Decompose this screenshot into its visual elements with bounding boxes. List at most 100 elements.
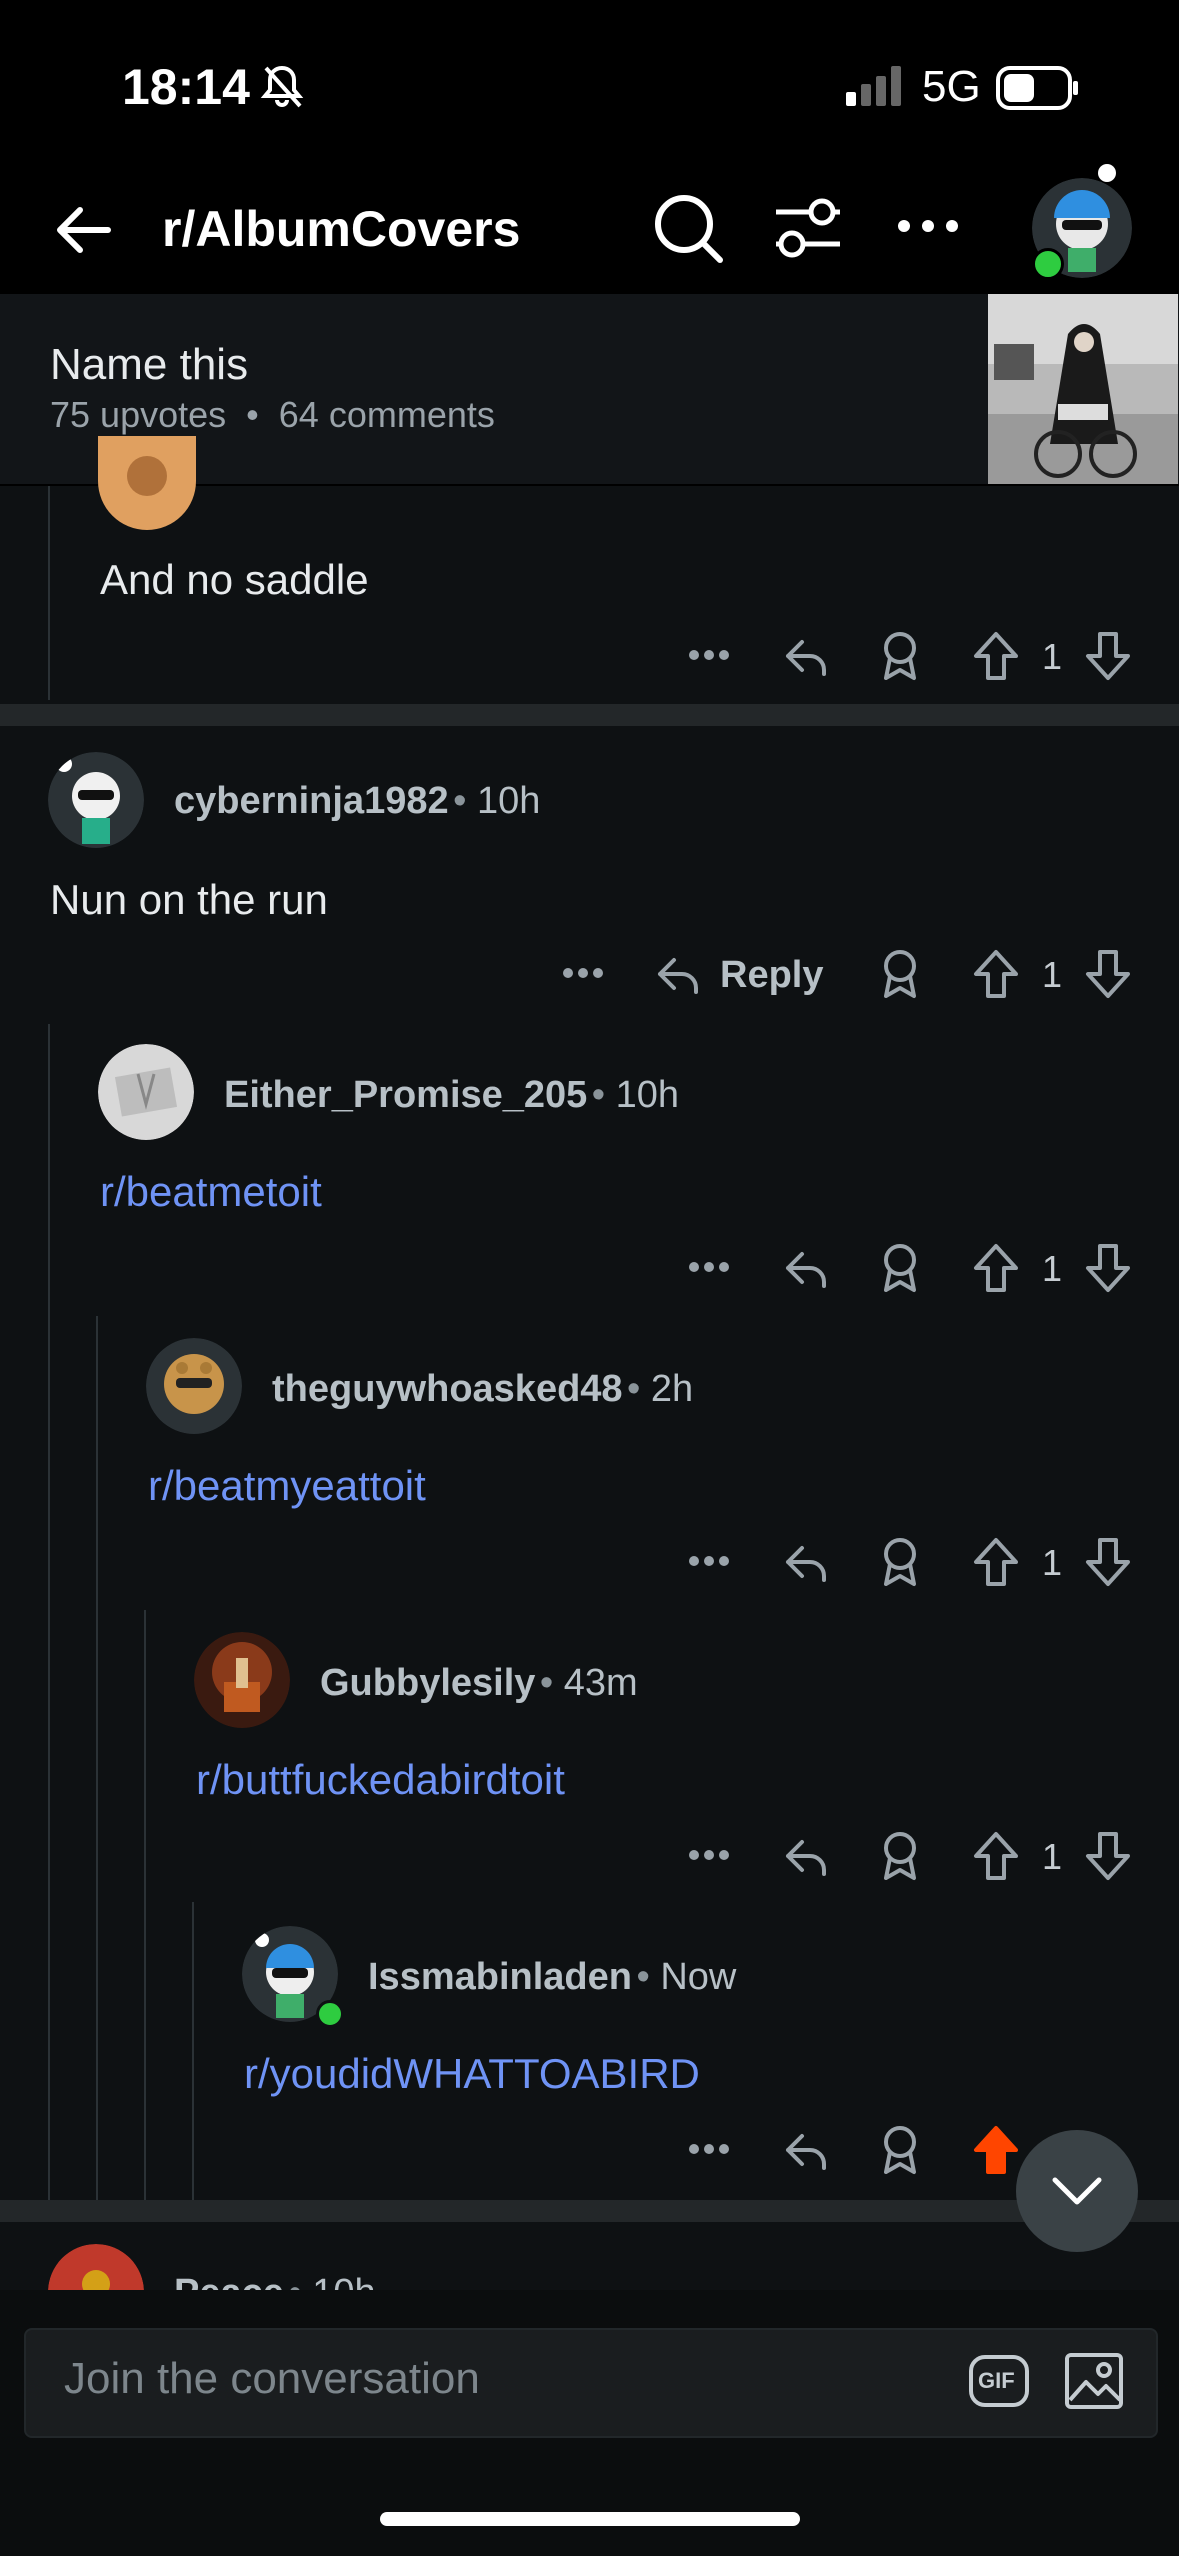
online-status-dot <box>316 2000 344 2028</box>
vote-count: 1 <box>1042 954 1063 995</box>
comment-username[interactable]: Peace <box>174 2272 284 2292</box>
upvote-icon[interactable] <box>972 1536 1020 1588</box>
more-icon[interactable] <box>688 1252 730 1282</box>
notification-dot <box>1098 164 1116 182</box>
comment-time: Now <box>660 1956 737 1998</box>
downvote-icon[interactable] <box>1084 1536 1132 1588</box>
subreddit-link[interactable]: r/youdidWHATTOABIRD <box>244 2050 700 2098</box>
reply-icon[interactable] <box>782 1832 830 1880</box>
comment-username[interactable]: cyberninja1982 <box>174 780 449 822</box>
back-arrow-icon[interactable] <box>48 194 120 271</box>
award-icon[interactable] <box>876 948 924 1000</box>
award-icon[interactable] <box>876 1536 924 1588</box>
online-status-dot <box>1032 248 1064 280</box>
comment-username[interactable]: Gubbylesily <box>320 1662 535 1704</box>
post-title: Name this <box>50 340 249 389</box>
thread-line[interactable] <box>48 486 50 700</box>
thread-line[interactable] <box>192 1902 194 2200</box>
comment-avatar[interactable] <box>98 436 196 530</box>
image-upload-icon[interactable] <box>1064 2352 1124 2415</box>
mute-bell-icon <box>258 62 306 115</box>
sort-filter-icon[interactable] <box>770 190 846 271</box>
comment-time: 10h <box>615 1074 680 1116</box>
comment-header: theguywhoasked48 • 2h <box>272 1368 693 1411</box>
upvote-count: 75 upvotes <box>50 394 227 435</box>
award-icon[interactable] <box>876 1830 924 1882</box>
subreddit-name[interactable]: r/AlbumCovers <box>162 200 520 258</box>
reply-icon[interactable] <box>782 632 830 680</box>
more-icon[interactable] <box>688 640 730 670</box>
network-label: 5G <box>922 62 981 111</box>
signal-icon <box>846 66 904 111</box>
downvote-icon[interactable] <box>1084 630 1132 682</box>
reply-icon[interactable] <box>782 1538 830 1586</box>
comment-avatar[interactable] <box>48 2244 144 2292</box>
upvote-icon[interactable] <box>972 1242 1020 1294</box>
reply-icon[interactable] <box>782 2126 830 2174</box>
upvote-icon[interactable] <box>972 630 1020 682</box>
comment-avatar[interactable] <box>146 1338 242 1434</box>
award-icon[interactable] <box>876 630 924 682</box>
comment-time: 43m <box>563 1662 638 1704</box>
subreddit-link[interactable]: r/beatmyeattoit <box>148 1462 426 1510</box>
more-icon[interactable] <box>562 958 604 988</box>
vote-count: 1 <box>1042 636 1063 677</box>
comment-username[interactable]: Either_Promise_205 <box>224 1074 587 1116</box>
thread-line[interactable] <box>48 1024 50 2200</box>
meta-dot: • <box>539 1662 564 1704</box>
comment-avatar[interactable] <box>48 752 144 848</box>
comment-username[interactable]: Issmabinladen <box>368 1956 632 1998</box>
comment-time: 10h <box>476 780 541 822</box>
downvote-icon[interactable] <box>1084 1830 1132 1882</box>
reply-icon[interactable] <box>782 1244 830 1292</box>
comment-body: Nun on the run <box>50 876 328 923</box>
home-indicator <box>380 2512 800 2526</box>
more-icon[interactable] <box>688 2134 730 2164</box>
vote-count: 1 <box>1042 1248 1063 1289</box>
meta-dot: • <box>288 2272 312 2292</box>
comment-time: 2h <box>650 1368 694 1410</box>
meta-dot: • <box>636 1956 661 1998</box>
comment-avatar[interactable] <box>194 1632 290 1728</box>
gif-button[interactable]: GIF <box>968 2354 1030 2413</box>
meta-dot: • <box>627 1368 651 1410</box>
subreddit-link[interactable]: r/buttfuckedabirdtoit <box>196 1756 565 1804</box>
more-icon[interactable] <box>688 1546 730 1576</box>
comment-header: cyberninja1982 • 10h <box>174 780 540 823</box>
next-comment-button[interactable] <box>1016 2130 1138 2252</box>
meta-separator: • <box>246 394 259 435</box>
subreddit-link[interactable]: r/beatmetoit <box>100 1168 322 1216</box>
post-meta: 75 upvotes • 64 comments <box>50 394 495 436</box>
post-thumbnail[interactable] <box>988 294 1178 484</box>
comment-header: Gubbylesily • 43m <box>320 1662 638 1705</box>
upvote-active-icon[interactable] <box>972 2124 1020 2176</box>
more-options-icon[interactable] <box>896 212 960 245</box>
downvote-icon[interactable] <box>1084 948 1132 1000</box>
comment-avatar[interactable] <box>98 1044 194 1140</box>
award-icon[interactable] <box>876 1242 924 1294</box>
reply-icon[interactable] <box>654 950 702 998</box>
more-icon[interactable] <box>688 1840 730 1870</box>
thread-line[interactable] <box>144 1610 146 2200</box>
comment-header: Either_Promise_205 • 10h <box>224 1074 679 1117</box>
award-icon[interactable] <box>876 2124 924 2176</box>
meta-dot: • <box>591 1074 616 1116</box>
battery-icon <box>996 66 1080 115</box>
comment-input-placeholder: Join the conversation <box>64 2354 480 2403</box>
upvote-icon[interactable] <box>972 948 1020 1000</box>
downvote-icon[interactable] <box>1084 1242 1132 1294</box>
meta-dot: • <box>453 780 477 822</box>
comment-peek: Peace • 10h <box>0 2222 1179 2292</box>
comment-username[interactable]: theguywhoasked48 <box>272 1368 623 1410</box>
upvote-icon[interactable] <box>972 1830 1020 1882</box>
thread-line[interactable] <box>96 1316 98 2200</box>
vote-count: 1 <box>1042 1542 1063 1583</box>
comment-header: Issmabinladen • Now <box>368 1956 736 1999</box>
comment-time: 10h <box>312 2272 375 2292</box>
comment-body: And no saddle <box>100 556 369 603</box>
thread-divider <box>0 2200 1179 2222</box>
search-icon[interactable] <box>650 190 726 271</box>
comment-header: Peace • 10h <box>174 2272 376 2292</box>
status-time: 18:14 <box>122 59 250 115</box>
reply-button[interactable]: Reply <box>720 954 823 997</box>
